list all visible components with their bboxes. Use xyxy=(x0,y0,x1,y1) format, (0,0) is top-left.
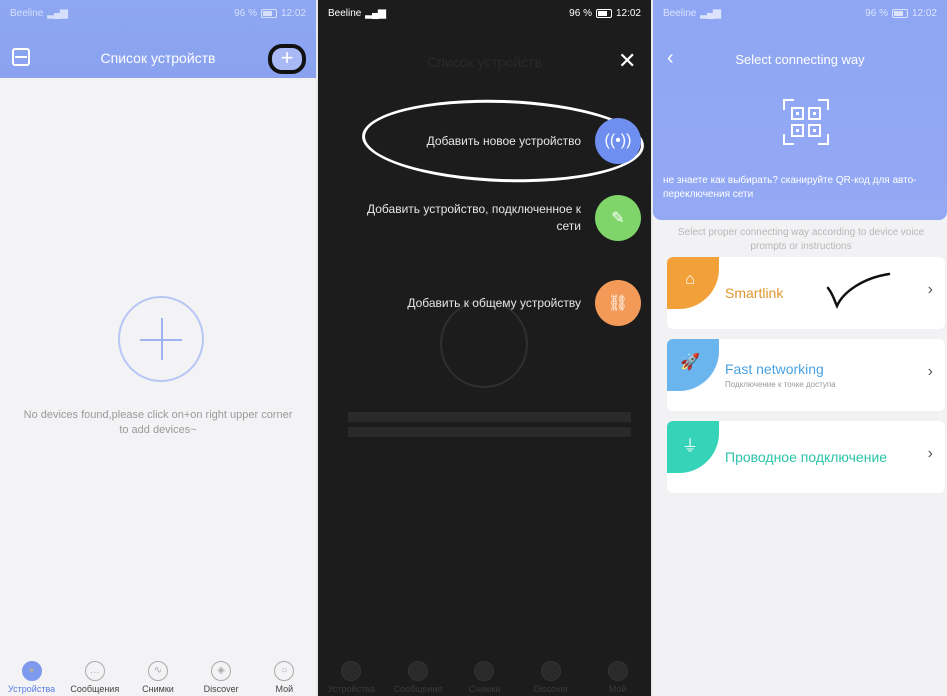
wired-connection-option[interactable]: ⏚ Проводное подключение › xyxy=(667,421,945,493)
battery-icon xyxy=(891,8,908,18)
carrier-label: Beeline xyxy=(663,7,697,19)
tab-label: Мой xyxy=(275,684,294,694)
link-icon: ⛓ xyxy=(595,280,641,326)
chevron-right-icon: › xyxy=(927,363,933,380)
tab-snapshots[interactable]: ∿ Снимки xyxy=(128,661,188,694)
tab-snapshots: Снимки xyxy=(454,661,514,694)
compass-icon: ◈ xyxy=(211,661,232,681)
device-list-screen: Beeline ▂▄▆ 96 % 12:02 Список устройств + … xyxy=(0,0,316,696)
tab-label: Мой xyxy=(608,684,627,694)
rocket-icon: 🚀 xyxy=(667,339,719,391)
status-bar: Beeline ▂▄▆ 96 % 12:02 xyxy=(0,0,316,26)
option-label: Добавить к общему устройству xyxy=(407,295,581,310)
signal-icon: ▂▄▆ xyxy=(700,7,720,19)
tab-devices[interactable]: ● Устройства xyxy=(2,661,62,694)
tab-label: Discover xyxy=(203,684,239,694)
add-networked-device-option[interactable]: Добавить устройство, подключенное к сети… xyxy=(361,195,641,241)
option-description: Подключение к точке доступа xyxy=(725,380,836,389)
page-title: Список устройств xyxy=(427,54,542,70)
add-new-device-option[interactable]: Добавить новое устройство ((•)) xyxy=(427,118,641,164)
tab-label: Сообщения xyxy=(70,684,120,694)
header-bar: Beeline ▂▄▆ 96 % 12:02 Список устройств + xyxy=(0,0,316,78)
connecting-way-screen: Beeline ▂▄▆ 96 % 12:02 ‹ Select connecting… xyxy=(653,0,947,696)
tab-label: Снимки xyxy=(142,684,174,694)
signal-icon: ▂▄▆ xyxy=(365,7,385,19)
tab-label: Устройства xyxy=(8,684,56,694)
compass-icon xyxy=(541,661,562,681)
option-label: Добавить новое устройство xyxy=(426,133,581,148)
close-icon[interactable]: ✕ xyxy=(618,50,636,72)
status-bar: Beeline ▂▄▆ 96 % 12:02 xyxy=(318,0,651,26)
option-name: Fast networking xyxy=(725,361,824,377)
plug-icon: ⏚ xyxy=(667,421,719,473)
person-icon xyxy=(607,661,628,681)
carrier-label: Beeline xyxy=(10,7,44,19)
qr-code-icon[interactable] xyxy=(782,98,830,146)
tab-messages: Сообщения xyxy=(388,661,448,694)
empty-state-message: No devices found,please click on+on righ… xyxy=(23,409,293,436)
message-icon xyxy=(407,661,428,681)
signal-icon: ▂▄▆ xyxy=(47,7,67,19)
tab-devices: Устройства xyxy=(321,661,381,694)
time-label: 12:02 xyxy=(911,7,937,19)
tab-messages[interactable]: … Сообщения xyxy=(65,661,125,694)
battery-label: 96 % xyxy=(234,7,257,19)
battery-icon xyxy=(595,8,612,18)
carrier-label: Beeline xyxy=(328,7,362,19)
tab-discover: Discover xyxy=(521,661,581,694)
smartlink-option[interactable]: ⌂ Smartlink › xyxy=(667,257,945,329)
time-label: 12:02 xyxy=(615,7,641,19)
tab-label: Discover xyxy=(533,684,569,694)
message-icon: … xyxy=(84,661,105,681)
battery-label: 96 % xyxy=(865,7,888,19)
tab-label: Сообщения xyxy=(393,684,443,694)
time-label: 12:02 xyxy=(280,7,306,19)
tab-mine[interactable]: ○ Мой xyxy=(254,661,314,694)
camera-icon xyxy=(341,661,362,681)
add-device-menu-screen: Beeline ▂▄▆ 96 % 12:02 Список устройств ✕ … xyxy=(318,0,651,696)
page-title: Select connecting way xyxy=(735,52,865,67)
image-icon xyxy=(474,661,495,681)
option-name: Проводное подключение xyxy=(725,449,888,465)
wireless-icon: ((•)) xyxy=(595,118,641,164)
edit-icon: ✎ xyxy=(595,195,641,241)
camera-icon: ● xyxy=(21,661,42,681)
instructions-text: Select proper connecting way according t… xyxy=(677,227,925,252)
android-icon: ⌂ xyxy=(667,257,719,309)
checkmark-annotation xyxy=(826,272,891,309)
status-bar: Beeline ▂▄▆ 96 % 12:02 xyxy=(653,0,947,26)
tab-mine: Мой xyxy=(588,661,648,694)
add-device-large-icon[interactable] xyxy=(118,296,204,382)
fast-networking-option[interactable]: 🚀 Fast networking Подключение к точке дос… xyxy=(667,339,945,411)
battery-icon xyxy=(260,8,277,18)
header-bar: Beeline ▂▄▆ 96 % 12:02 ‹ Select connecting… xyxy=(653,0,947,220)
bottom-tab-bar: Устройства Сообщения Снимки Discover Мой xyxy=(318,652,651,696)
tab-label: Устройства xyxy=(327,684,375,694)
person-icon: ○ xyxy=(274,661,295,681)
tab-label: Снимки xyxy=(468,684,501,694)
qr-hint-text: не знаете как выбирать? сканируйте QR-ко… xyxy=(663,175,917,200)
add-device-button[interactable]: + xyxy=(268,44,306,74)
option-label: Добавить устройство, подключенное к сети xyxy=(366,202,581,233)
option-name: Smartlink xyxy=(725,285,784,301)
bottom-tab-bar: ● Устройства … Сообщения ∿ Снимки ◈ Discover… xyxy=(0,652,316,696)
chevron-right-icon: › xyxy=(927,445,933,462)
tab-discover[interactable]: ◈ Discover xyxy=(191,661,251,694)
image-icon: ∿ xyxy=(147,661,168,681)
battery-label: 96 % xyxy=(569,7,592,19)
empty-state-message xyxy=(348,412,631,438)
plus-icon: + xyxy=(280,45,294,70)
add-shared-device-option[interactable]: Добавить к общему устройству ⛓ xyxy=(407,280,641,326)
chevron-right-icon: › xyxy=(927,281,933,298)
